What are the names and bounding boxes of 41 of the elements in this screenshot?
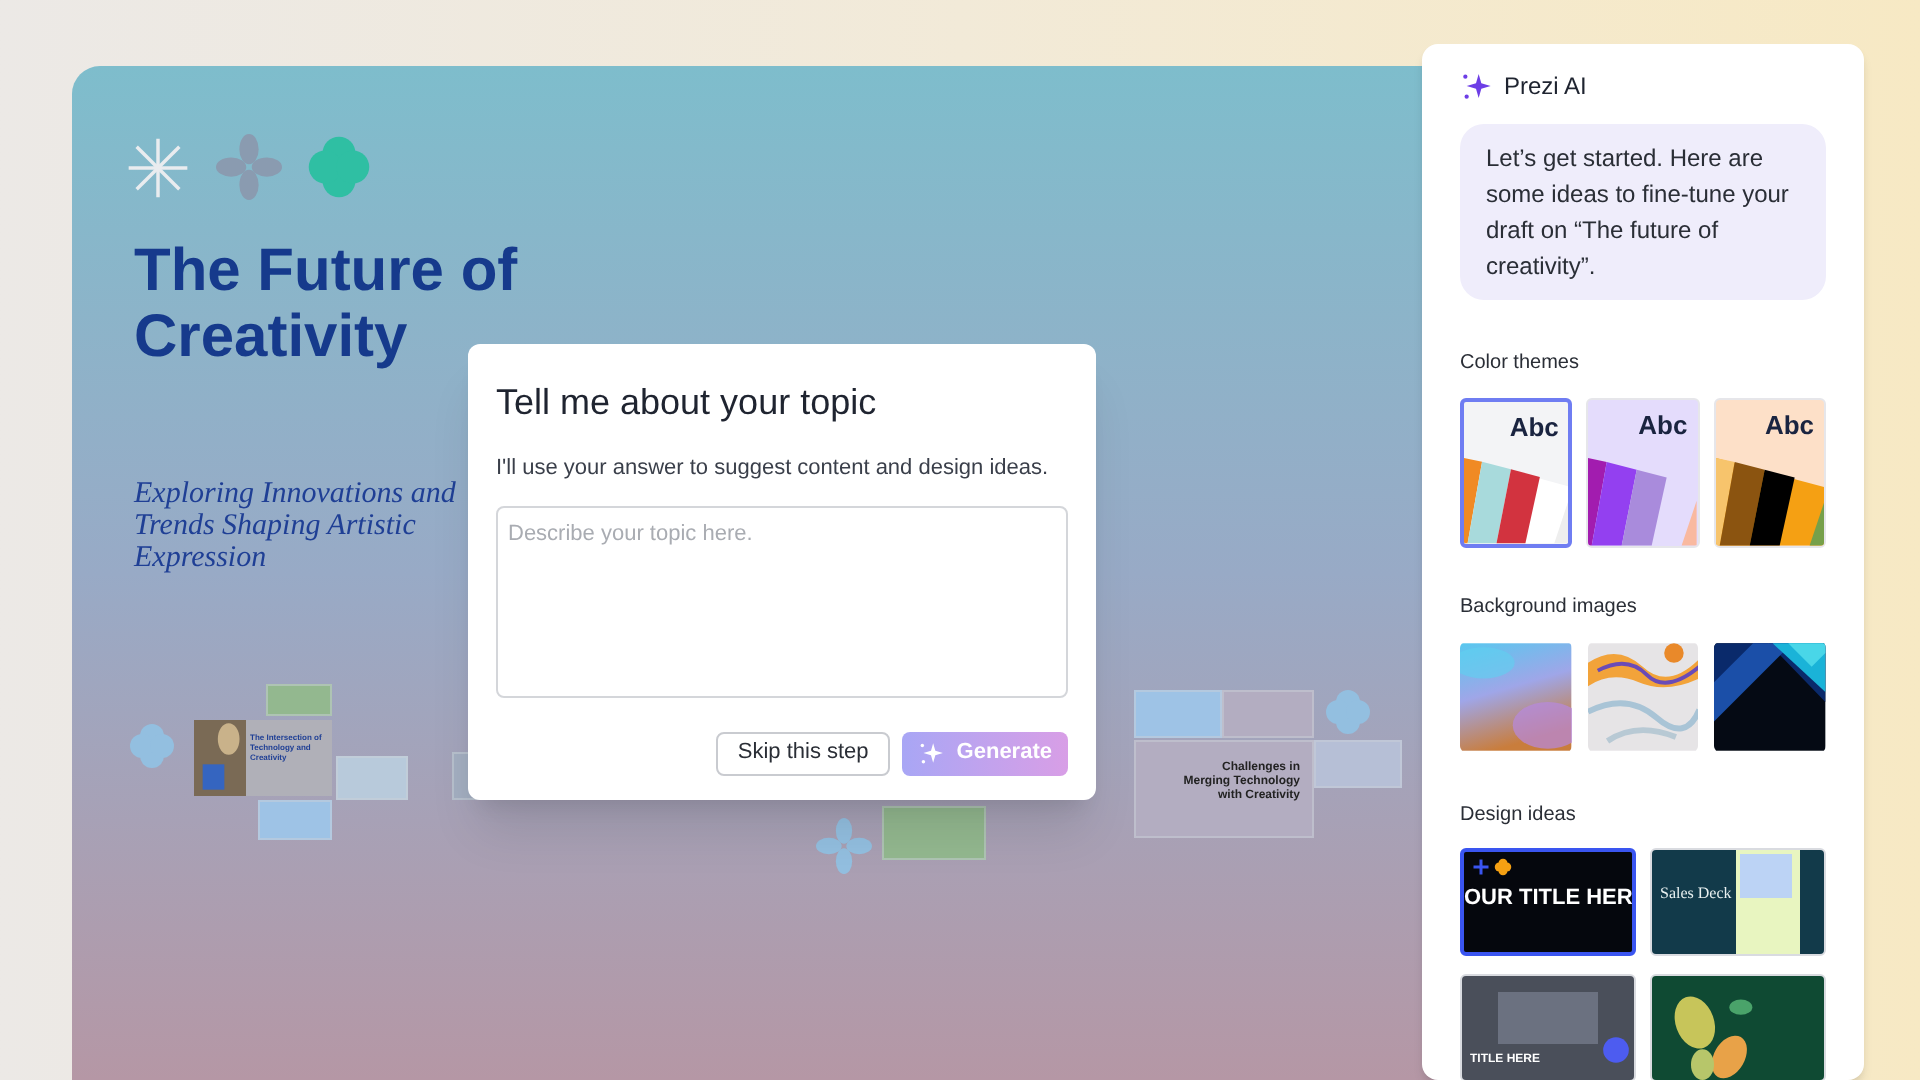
- chat-message: Let’s get started. Here are some ideas to fine-tune your draft on “The future of creativity”.: [1460, 124, 1826, 300]
- section-heading: Background images: [1460, 594, 1639, 622]
- section-heading: Design ideas: [1460, 802, 1578, 830]
- sparkle-icon: [1460, 70, 1492, 102]
- asterisk-icon: [126, 136, 190, 200]
- color-theme-card[interactable]: Abc: [1586, 398, 1700, 548]
- design-idea-card[interactable]: [1650, 974, 1826, 1080]
- color-theme-card[interactable]: Abc: [1460, 398, 1573, 548]
- design-title: Sales Deck: [1660, 882, 1732, 906]
- slide-thumbnail: [1498, 992, 1598, 1044]
- section-heading: Color themes: [1460, 350, 1581, 378]
- stripes-drawing: [1715, 458, 1824, 546]
- slide-title: The Future of Creativity: [134, 238, 520, 370]
- design-idea-card[interactable]: OUR TITLE HER: [1460, 848, 1636, 956]
- dialog-description: I'll use your answer to suggest content and design ideas.: [496, 454, 1051, 484]
- clover-icon: [306, 134, 372, 200]
- plus-icon: [1472, 858, 1490, 876]
- stripes-drawing: [1464, 458, 1569, 544]
- skip-button[interactable]: Skip this step: [715, 731, 891, 775]
- slide-thumbnail: [266, 684, 332, 716]
- stripes-drawing: [1588, 458, 1698, 546]
- flower-icon: [816, 818, 872, 874]
- flower-icon: [216, 134, 282, 200]
- color-theme-card[interactable]: Abc: [1713, 398, 1826, 548]
- clover-icon: [1324, 688, 1372, 736]
- theme-sample-text: Abc: [1638, 408, 1688, 444]
- badge-icon: [1602, 1036, 1630, 1064]
- clover-icon: [128, 722, 176, 770]
- theme-sample-text: Abc: [1509, 410, 1559, 446]
- slide-thumbnail: [336, 756, 408, 800]
- design-idea-card[interactable]: Sales Deck: [1650, 848, 1826, 956]
- panel-title: Prezi AI: [1504, 70, 1587, 104]
- dialog-title: Tell me about your topic: [496, 380, 879, 426]
- topic-input-field[interactable]: Describe your topic here.: [496, 505, 1068, 697]
- slide-thumbnail: [882, 806, 986, 860]
- sparkle-icon: [918, 740, 945, 766]
- theme-sample-text: Abc: [1764, 408, 1814, 444]
- design-title: OUR TITLE HER: [1464, 884, 1632, 914]
- slide-thumbnail: [258, 800, 332, 840]
- slide-subtitle: Exploring Innovations and Trends Shaping Artistic Expression: [134, 478, 458, 574]
- clover-icon: [1494, 858, 1512, 876]
